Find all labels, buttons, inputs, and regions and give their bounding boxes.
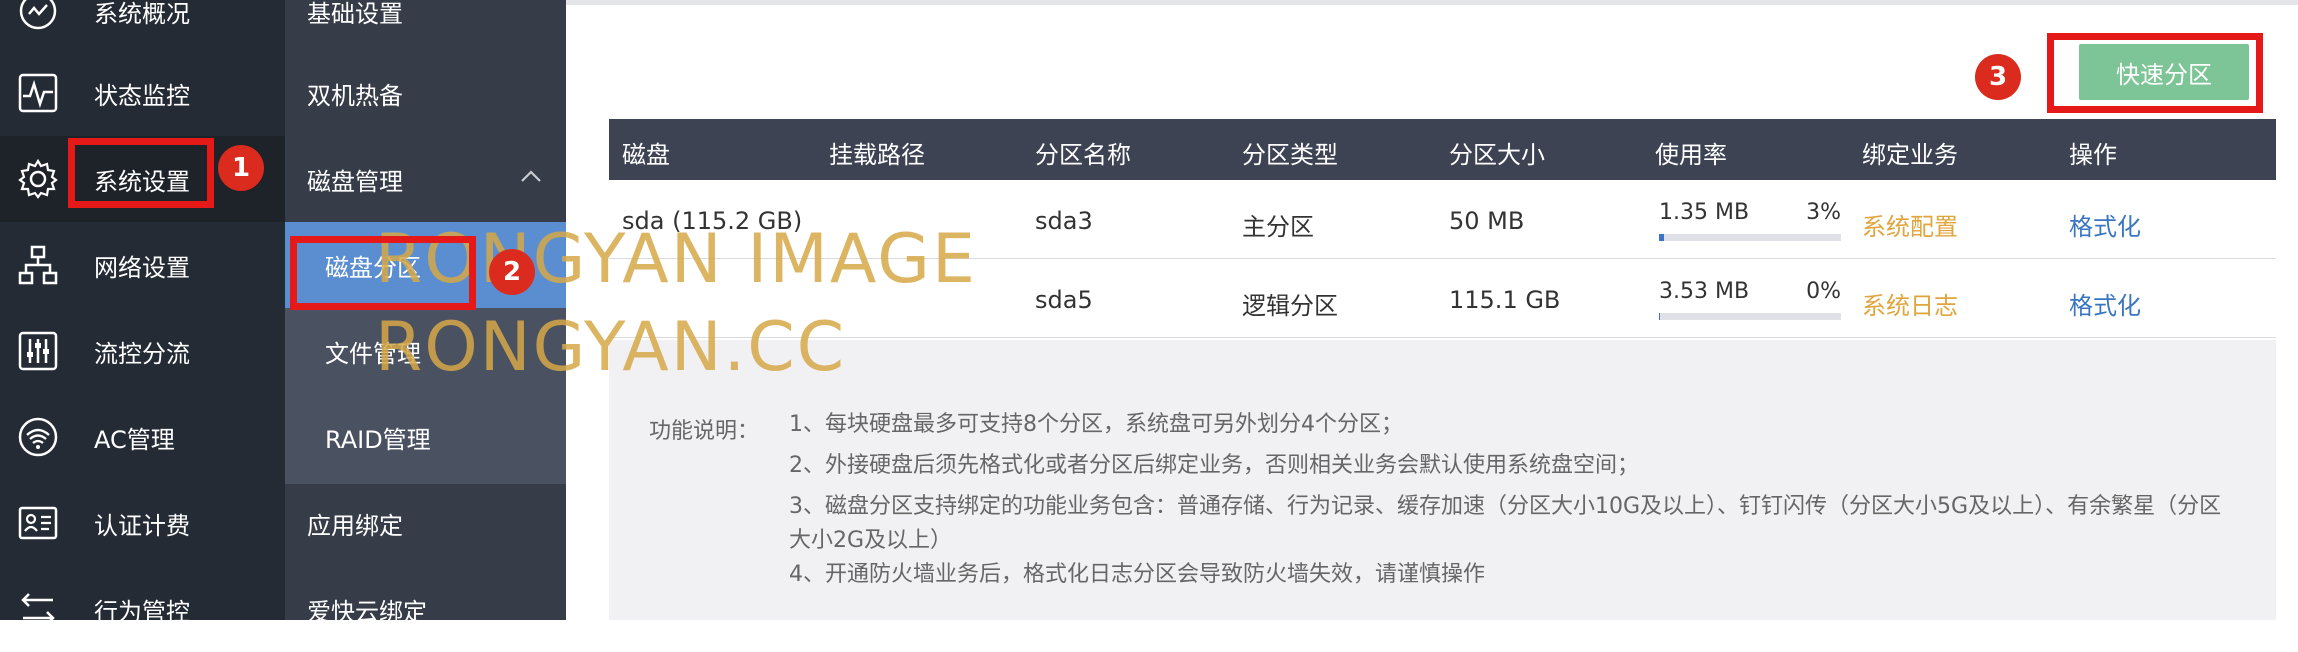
cell-name: sda3 xyxy=(1035,207,1093,235)
network-icon xyxy=(16,243,60,287)
format-link[interactable]: 格式化 xyxy=(2069,286,2141,321)
usage-fill xyxy=(1659,313,1661,320)
usage-percent: 0% xyxy=(1806,279,1841,304)
nav-item-ac-management[interactable]: AC管理 xyxy=(0,394,285,480)
nav2-label: 爱快云绑定 xyxy=(307,597,427,626)
nav2-label: 双机热备 xyxy=(307,81,403,110)
col-header-disk: 磁盘 xyxy=(622,141,670,169)
nav2-label: 应用绑定 xyxy=(307,511,403,540)
nav2-label: 磁盘管理 xyxy=(307,167,403,196)
nav2-item-cloud-binding[interactable]: 爱快云绑定 xyxy=(285,566,566,652)
cell-name: sda5 xyxy=(1035,286,1093,314)
binding-link[interactable]: 系统配置 xyxy=(1862,207,1958,242)
binding-link[interactable]: 系统日志 xyxy=(1862,286,1958,321)
annotation-badge-3: 3 xyxy=(1975,54,2021,100)
description-line: 1、每块硬盘最多可支持8个分区，系统盘可另外划分4个分区； xyxy=(789,412,1403,437)
usage-used: 3.53 MB xyxy=(1659,279,1750,304)
description-title: 功能说明： xyxy=(649,419,760,444)
annotation-box-2 xyxy=(290,236,476,310)
nav-item-network-settings[interactable]: 网络设置 xyxy=(0,222,285,308)
nav2-item-hot-standby[interactable]: 双机热备 xyxy=(285,50,566,136)
annotation-badge-1: 1 xyxy=(218,145,264,191)
nav2-label: 基础设置 xyxy=(307,0,403,28)
annotation-box-3 xyxy=(2047,33,2263,113)
dashboard-icon xyxy=(16,0,60,33)
arrows-icon xyxy=(16,587,60,631)
col-header-type: 分区类型 xyxy=(1242,141,1338,169)
cell-type: 逻辑分区 xyxy=(1242,292,1338,320)
nav-label: 系统概况 xyxy=(94,0,190,28)
nav-item-flow-control[interactable]: 流控分流 xyxy=(0,308,285,394)
usage-used: 1.35 MB xyxy=(1659,200,1750,225)
format-link[interactable]: 格式化 xyxy=(2069,207,2141,242)
nav2-item-raid-management[interactable]: RAID管理 xyxy=(285,394,566,480)
annotation-badge-2: 2 xyxy=(489,249,535,295)
primary-sidebar: 系统概况 状态监控 系统设置 网络设置 流控分流 AC管理 认证计费 行为管控 xyxy=(0,0,285,626)
nav-item-overview[interactable]: 系统概况 xyxy=(0,0,285,54)
cell-size: 50 MB xyxy=(1449,207,1525,235)
nav-item-auth-billing[interactable]: 认证计费 xyxy=(0,480,285,566)
col-header-name: 分区名称 xyxy=(1035,141,1131,169)
usage-track xyxy=(1659,313,1841,320)
cell-size: 115.1 GB xyxy=(1449,286,1561,314)
sliders-icon xyxy=(16,329,60,373)
col-header-action: 操作 xyxy=(2069,141,2117,169)
nav-label: AC管理 xyxy=(94,425,175,454)
usage-track xyxy=(1659,234,1841,241)
usage-fill xyxy=(1659,234,1665,241)
nav2-label: RAID管理 xyxy=(325,425,431,454)
nav-label: 状态监控 xyxy=(94,81,190,110)
table-header: 磁盘 挂载路径 分区名称 分区类型 分区大小 使用率 绑定业务 操作 xyxy=(609,119,2276,180)
nav-label: 认证计费 xyxy=(94,511,190,540)
nav-label: 网络设置 xyxy=(94,253,190,282)
description-line: 4、开通防火墙业务后，格式化日志分区会导致防火墙失效，请谨慎操作 xyxy=(789,562,1485,587)
description-panel: 功能说明： 1、每块硬盘最多可支持8个分区，系统盘可另外划分4个分区； 2、外接… xyxy=(609,340,2276,620)
col-header-mount: 挂载路径 xyxy=(829,141,925,169)
chevron-up-icon xyxy=(521,170,541,182)
usage-percent: 3% xyxy=(1806,200,1841,225)
col-header-size: 分区大小 xyxy=(1449,141,1545,169)
description-line: 2、外接硬盘后须先格式化或者分区后绑定业务，否则相关业务会默认使用系统盘空间； xyxy=(789,453,1639,478)
monitor-icon xyxy=(16,71,60,115)
gear-icon xyxy=(16,157,60,201)
nav-item-behavior-control[interactable]: 行为管控 xyxy=(0,566,285,652)
cell-type: 主分区 xyxy=(1242,213,1314,241)
nav-label: 流控分流 xyxy=(94,339,190,368)
nav-label: 行为管控 xyxy=(94,597,190,626)
col-header-usage: 使用率 xyxy=(1655,141,1727,169)
nav-item-status-monitor[interactable]: 状态监控 xyxy=(0,50,285,136)
top-divider xyxy=(566,0,2298,5)
nav2-item-disk-management[interactable]: 磁盘管理 xyxy=(285,136,566,222)
id-card-icon xyxy=(16,501,60,545)
nav2-item-app-binding[interactable]: 应用绑定 xyxy=(285,480,566,566)
col-header-binding: 绑定业务 xyxy=(1862,141,1958,169)
nav2-item-basic-settings[interactable]: 基础设置 xyxy=(285,0,566,54)
wifi-icon xyxy=(16,415,60,459)
description-line: 3、磁盘分区支持绑定的功能业务包含：普通存储、行为记录、缓存加速（分区大小10G… xyxy=(789,494,2222,553)
annotation-box-1 xyxy=(68,138,214,208)
watermark-line-2: RONGYAN.CC xyxy=(375,308,847,387)
